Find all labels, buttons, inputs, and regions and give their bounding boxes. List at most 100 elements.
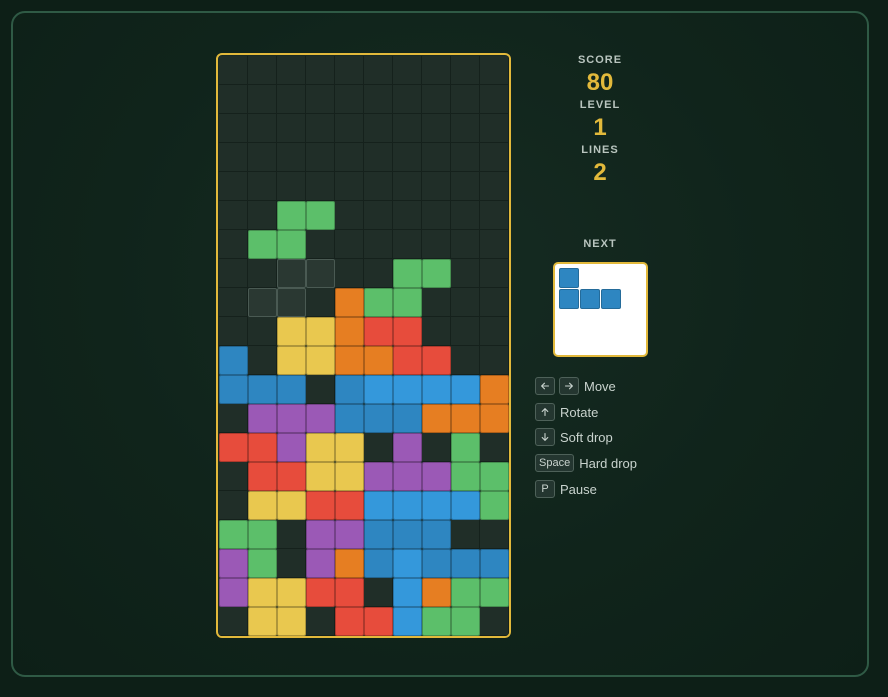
empty-cell [219, 201, 248, 230]
empty-cell [451, 143, 480, 172]
empty-cell [480, 433, 509, 462]
block-cell [364, 549, 393, 578]
block-cell [393, 491, 422, 520]
block-cell [364, 491, 393, 520]
empty-cell [364, 578, 393, 607]
control-label: Move [584, 378, 616, 394]
block-cell [306, 520, 335, 549]
empty-cell [451, 172, 480, 201]
block-cell [451, 462, 480, 491]
block-cell [422, 520, 451, 549]
score-label: SCORE [577, 54, 623, 66]
empty-cell [248, 56, 277, 85]
block-cell [248, 491, 277, 520]
empty-cell [480, 259, 509, 288]
control-rotate: Rotate [535, 402, 598, 422]
ghost-piece-cell [277, 288, 306, 317]
empty-cell [364, 172, 393, 201]
empty-cell [219, 404, 248, 433]
empty-cell [480, 143, 509, 172]
block-cell [277, 491, 306, 520]
empty-cell [422, 114, 451, 143]
empty-cell [422, 433, 451, 462]
block-cell [364, 375, 393, 404]
block-cell [248, 230, 277, 259]
block-cell [480, 491, 509, 520]
block-cell [335, 375, 364, 404]
block-cell [393, 549, 422, 578]
empty-cell [364, 259, 393, 288]
empty-cell [219, 85, 248, 114]
empty-cell [306, 288, 335, 317]
empty-cell [480, 520, 509, 549]
empty-cell [277, 143, 306, 172]
empty-cell [451, 230, 480, 259]
block-cell [277, 462, 306, 491]
empty-cell [219, 317, 248, 346]
block-cell [277, 404, 306, 433]
block-cell [422, 346, 451, 375]
block-cell [277, 607, 306, 636]
arrow-left-key [535, 377, 555, 395]
empty-cell [393, 172, 422, 201]
game-board[interactable] [216, 53, 511, 638]
block-cell [219, 549, 248, 578]
level-label: LEVEL [579, 99, 621, 111]
empty-cell [335, 172, 364, 201]
empty-cell [422, 201, 451, 230]
lines-value: 2 [593, 159, 607, 186]
block-cell [393, 462, 422, 491]
empty-cell [277, 520, 306, 549]
block-cell [480, 549, 509, 578]
block-cell [306, 433, 335, 462]
block-cell [364, 404, 393, 433]
empty-cell [393, 56, 422, 85]
block-cell [335, 433, 364, 462]
empty-cell [422, 288, 451, 317]
block-cell [364, 317, 393, 346]
empty-cell [219, 143, 248, 172]
block-cell [451, 491, 480, 520]
block-cell [451, 549, 480, 578]
control-label: Soft drop [560, 429, 613, 445]
block-cell [335, 607, 364, 636]
empty-cell [393, 85, 422, 114]
block-cell [248, 549, 277, 578]
empty-cell [219, 56, 248, 85]
empty-cell [306, 85, 335, 114]
block-cell [306, 404, 335, 433]
block-cell [248, 578, 277, 607]
empty-cell [335, 114, 364, 143]
block-cell [422, 491, 451, 520]
score-value: 80 [586, 69, 614, 96]
empty-cell [364, 85, 393, 114]
empty-cell [277, 172, 306, 201]
control-soft-drop: Soft drop [535, 427, 613, 447]
lines-label: LINES [581, 144, 619, 156]
block-cell [277, 317, 306, 346]
empty-cell [422, 85, 451, 114]
block-cell [480, 404, 509, 433]
empty-cell [451, 520, 480, 549]
block-cell [393, 375, 422, 404]
block-cell [364, 288, 393, 317]
block-cell [422, 607, 451, 636]
block-cell [393, 607, 422, 636]
block-cell [306, 346, 335, 375]
arrow-right-icon [564, 382, 573, 390]
stats-panel: SCORE 80 LEVEL 1 LINES 2 [550, 50, 650, 187]
empty-cell [335, 230, 364, 259]
control-pause: P Pause [535, 479, 597, 499]
empty-cell [306, 607, 335, 636]
level-value: 1 [593, 114, 607, 141]
empty-cell [335, 85, 364, 114]
empty-cell [451, 317, 480, 346]
block-cell [422, 375, 451, 404]
block-cell [248, 375, 277, 404]
ghost-piece-cell [277, 259, 306, 288]
empty-cell [306, 56, 335, 85]
empty-cell [335, 56, 364, 85]
empty-cell [393, 114, 422, 143]
empty-cell [364, 143, 393, 172]
block-cell [335, 462, 364, 491]
